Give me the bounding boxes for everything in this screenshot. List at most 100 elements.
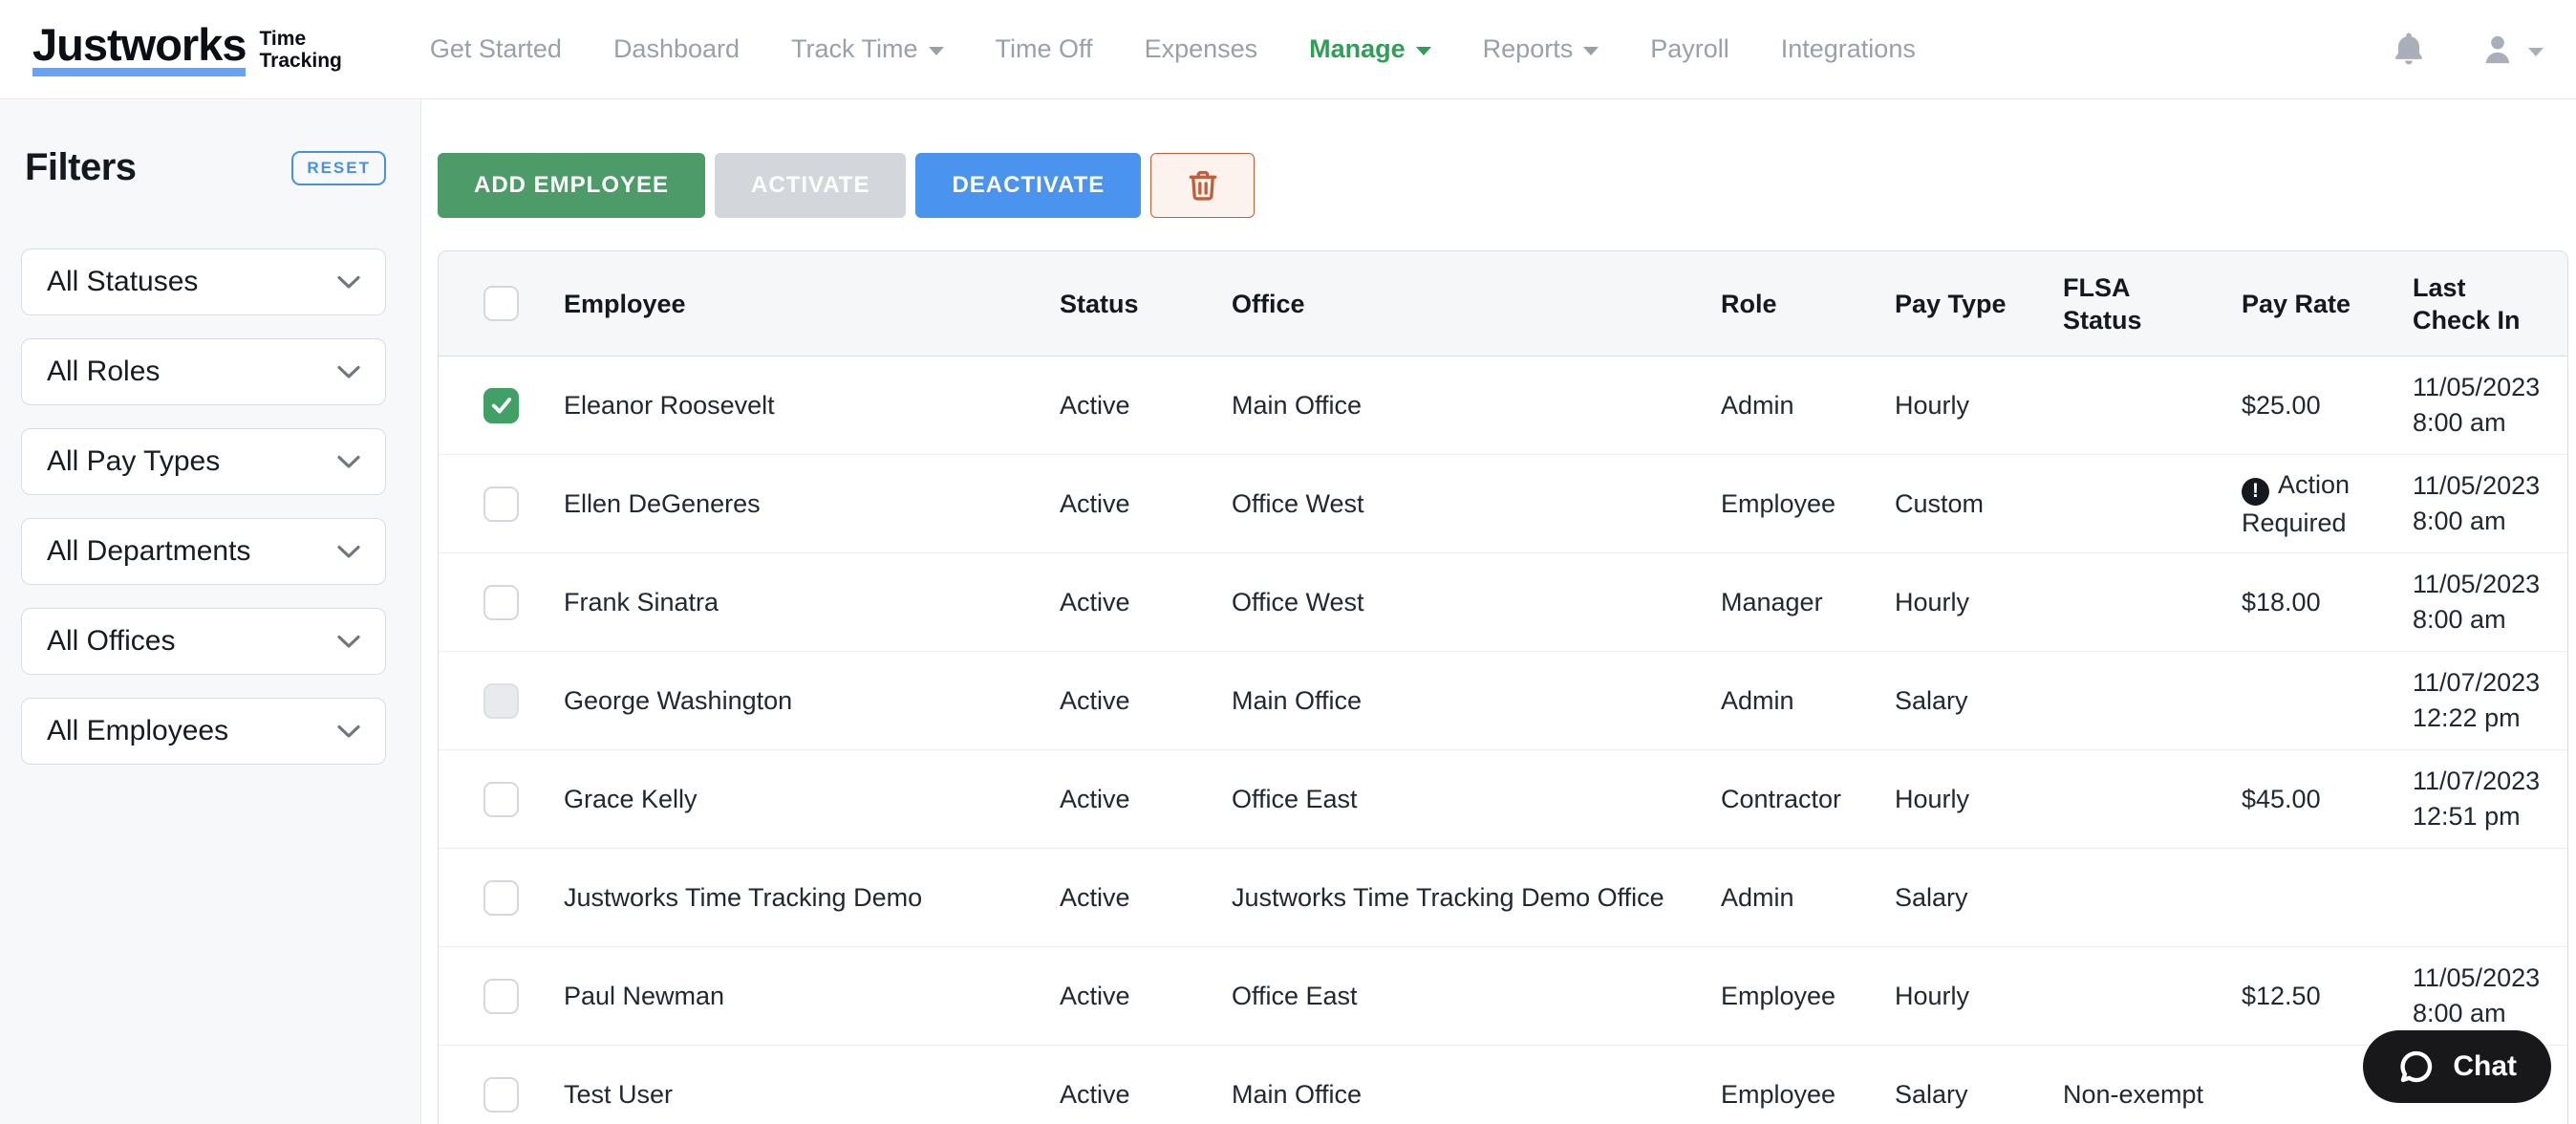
add-employee-button[interactable]: ADD EMPLOYEE: [438, 153, 705, 218]
nav-item-dashboard[interactable]: Dashboard: [613, 34, 740, 64]
filter-selected-value: All Employees: [47, 715, 228, 747]
pay-type-cell: Hourly: [1895, 391, 2063, 421]
row-checkbox[interactable]: [483, 1077, 519, 1113]
nav-item-payroll[interactable]: Payroll: [1650, 34, 1729, 64]
activate-button[interactable]: ACTIVATE: [715, 153, 906, 218]
employee-name-text: Test User: [564, 1080, 673, 1109]
chevron-down-icon: [337, 275, 360, 290]
select-all-checkbox[interactable]: [483, 286, 519, 321]
row-checkbox[interactable]: [483, 683, 519, 719]
chevron-down-icon: [929, 47, 944, 55]
row-checkbox[interactable]: [483, 880, 519, 916]
notifications-bell-icon[interactable]: [2389, 30, 2429, 70]
table-row[interactable]: Grace KellyActiveOffice EastContractorHo…: [439, 750, 2567, 849]
last-check-in-cell: 11/05/20238:00 am: [2413, 567, 2567, 638]
chevron-down-icon: [337, 724, 360, 739]
row-checkbox-cell: [439, 683, 564, 719]
nav-item-track-time[interactable]: Track Time: [791, 34, 944, 64]
header-checkbox-cell: [439, 286, 564, 321]
filter-dropdown-all-pay-types[interactable]: All Pay Types: [21, 428, 386, 495]
employee-name-text: George Washington: [564, 686, 792, 715]
row-checkbox-cell: [439, 1077, 564, 1113]
row-checkbox-cell: [439, 585, 564, 620]
column-header-role: Role: [1721, 288, 1895, 320]
pay-rate-value: $45.00: [2242, 785, 2321, 813]
employee-name-text: Paul Newman: [564, 982, 724, 1010]
filter-dropdown-list: All Statuses All Roles All Pay Types All De…: [0, 189, 420, 765]
filter-dropdown-all-departments[interactable]: All Departments: [21, 518, 386, 585]
role-cell: Manager: [1721, 588, 1895, 617]
chat-launcher-button[interactable]: Chat: [2363, 1030, 2551, 1103]
nav-item-integrations[interactable]: Integrations: [1781, 34, 1916, 64]
office-cell: Main Office: [1232, 686, 1721, 716]
employee-name-text: Justworks Time Tracking Demo: [564, 883, 922, 912]
table-row[interactable]: George WashingtonActiveMain OfficeAdminS…: [439, 652, 2567, 750]
row-checkbox[interactable]: [483, 979, 519, 1014]
check-in-time: 8:00 am: [2413, 504, 2554, 539]
office-cell: Main Office: [1232, 1080, 1721, 1110]
column-header-last-check-in: Last Check In: [2413, 271, 2567, 336]
table-header-row: EmployeeStatusOfficeRolePay TypeFLSA Sta…: [439, 251, 2567, 357]
check-in-date: 11/07/2023: [2413, 665, 2554, 701]
employee-name: Justworks Time Tracking Demo: [564, 883, 1060, 913]
nav-item-label: Time Off: [996, 34, 1093, 64]
column-header-office: Office: [1232, 288, 1721, 320]
table-row[interactable]: Test UserActiveMain OfficeEmployeeSalary…: [439, 1046, 2567, 1124]
status-cell: Active: [1060, 588, 1232, 617]
employee-name: Eleanor Roosevelt: [564, 391, 1060, 421]
reset-filters-button[interactable]: RESET: [291, 151, 386, 185]
table-row[interactable]: Eleanor RooseveltActiveMain OfficeAdminH…: [439, 357, 2567, 455]
nav-item-label: Integrations: [1781, 34, 1916, 64]
table-row[interactable]: Ellen DeGeneresActiveOffice WestEmployee…: [439, 455, 2567, 553]
office-cell: Office West: [1232, 588, 1721, 617]
filters-header: Filters RESET: [0, 100, 420, 189]
employees-table: EmployeeStatusOfficeRolePay TypeFLSA Sta…: [438, 250, 2568, 1124]
pay-type-cell: Salary: [1895, 1080, 2063, 1110]
logo-tagline: Time Tracking: [259, 28, 341, 72]
status-cell: Active: [1060, 1080, 1232, 1110]
nav-item-expenses[interactable]: Expenses: [1145, 34, 1258, 64]
account-menu[interactable]: [2479, 31, 2544, 69]
chevron-down-icon: [1416, 47, 1431, 55]
role-cell: Contractor: [1721, 785, 1895, 814]
last-check-in-cell: 11/05/20238:00 am: [2413, 468, 2567, 539]
row-checkbox[interactable]: [483, 782, 519, 817]
nav-item-label: Dashboard: [613, 34, 740, 64]
pay-type-cell: Hourly: [1895, 588, 2063, 617]
table-row[interactable]: Frank SinatraActiveOffice WestManagerHou…: [439, 553, 2567, 652]
nav-item-time-off[interactable]: Time Off: [996, 34, 1093, 64]
nav-item-reports[interactable]: Reports: [1483, 34, 1599, 64]
topbar-icons: [2389, 30, 2544, 70]
check-in-time: 12:22 pm: [2413, 701, 2554, 736]
status-cell: Active: [1060, 686, 1232, 716]
pay-rate-cell: $12.50: [2242, 979, 2413, 1013]
delete-button[interactable]: [1150, 153, 1255, 218]
filter-selected-value: All Departments: [47, 535, 250, 568]
filter-dropdown-all-offices[interactable]: All Offices: [21, 608, 386, 675]
row-checkbox-cell: [439, 388, 564, 423]
employee-name: Paul Newman: [564, 982, 1060, 1011]
pay-rate-value: $25.00: [2242, 391, 2321, 420]
office-cell: Justworks Time Tracking Demo Office: [1232, 883, 1721, 913]
justworks-logo: Justworks Time Tracking: [32, 22, 342, 76]
column-header-label: Office: [1232, 288, 1305, 320]
row-checkbox[interactable]: [483, 585, 519, 620]
row-checkbox[interactable]: [483, 486, 519, 522]
pay-type-cell: Salary: [1895, 883, 2063, 913]
nav-item-get-started[interactable]: Get Started: [430, 34, 562, 64]
pay-rate-value: $12.50: [2242, 982, 2321, 1010]
column-header-pay-rate: Pay Rate: [2242, 288, 2413, 320]
role-cell: Admin: [1721, 686, 1895, 716]
chevron-down-icon: [2528, 48, 2544, 56]
nav-item-manage[interactable]: Manage: [1309, 34, 1431, 64]
chevron-down-icon: [1583, 47, 1599, 55]
filter-dropdown-all-roles[interactable]: All Roles: [21, 338, 386, 405]
column-header-label: Pay Rate: [2242, 288, 2351, 320]
table-row[interactable]: Justworks Time Tracking DemoActiveJustwo…: [439, 849, 2567, 947]
role-cell: Employee: [1721, 982, 1895, 1011]
deactivate-button[interactable]: DEACTIVATE: [915, 153, 1141, 218]
table-row[interactable]: Paul NewmanActiveOffice EastEmployeeHour…: [439, 947, 2567, 1046]
filter-dropdown-all-employees[interactable]: All Employees: [21, 698, 386, 765]
row-checkbox[interactable]: [483, 388, 519, 423]
filter-dropdown-all-statuses[interactable]: All Statuses: [21, 249, 386, 315]
